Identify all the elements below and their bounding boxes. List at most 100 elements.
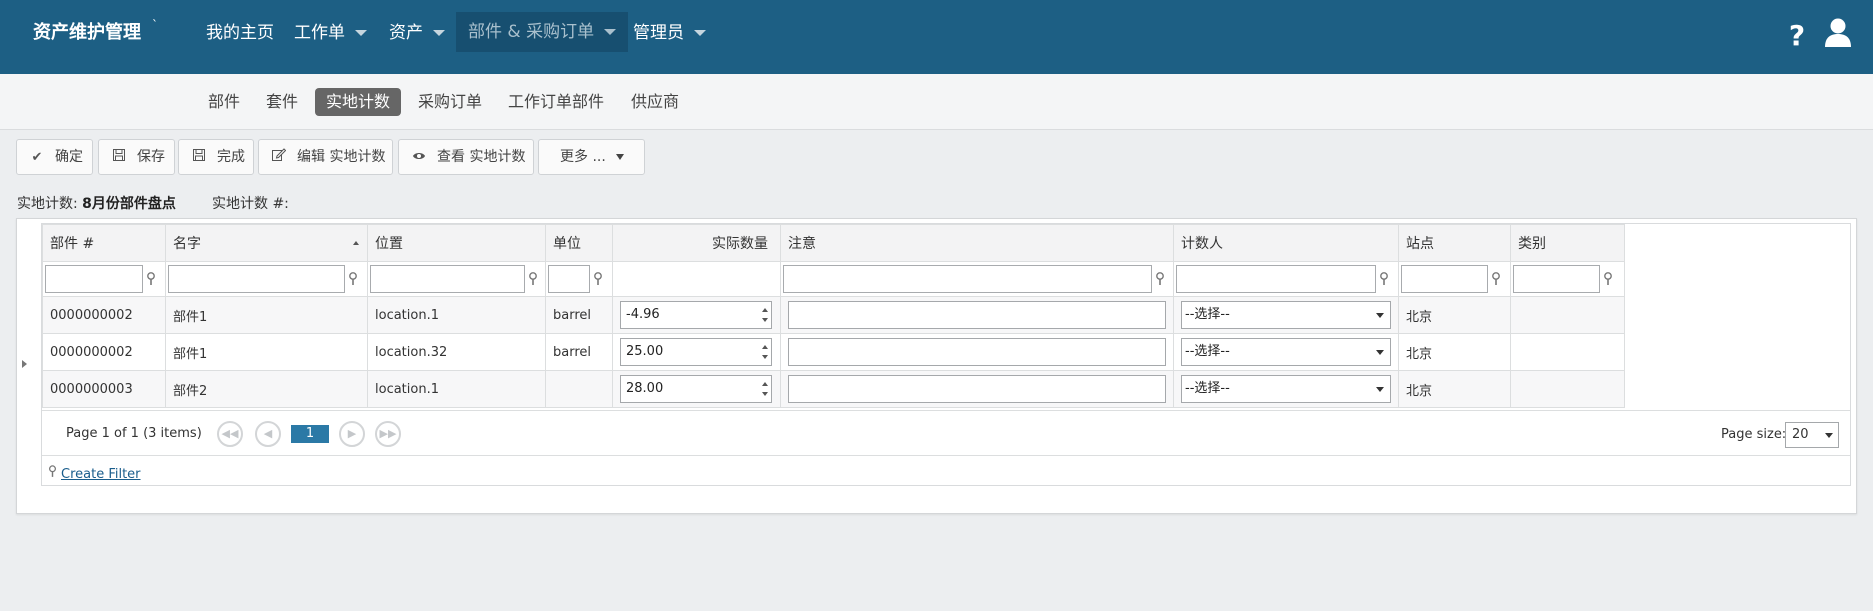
chevron-down-icon: [355, 30, 367, 36]
more-button[interactable]: 更多 ...: [538, 139, 645, 175]
tab-kits[interactable]: 套件: [255, 88, 309, 116]
first-page-icon[interactable]: ◀◀: [217, 421, 243, 447]
note-input[interactable]: [788, 375, 1166, 403]
chevron-down-icon: [433, 30, 445, 36]
column-header-unit[interactable]: 单位: [545, 224, 613, 262]
tab-vendors[interactable]: 供应商: [620, 88, 690, 116]
dropdown-arrow-icon: [1825, 433, 1833, 438]
column-header-name[interactable]: 名字: [165, 224, 368, 262]
spin-up-icon[interactable]: [762, 345, 768, 349]
table-row[interactable]: 0000000002 部件1 location.32 barrel 25.00 …: [42, 333, 1625, 371]
column-header-category[interactable]: 类别: [1510, 224, 1625, 262]
filter-icon[interactable]: [1155, 272, 1167, 286]
column-header-part-no[interactable]: 部件 #: [42, 224, 166, 262]
filter-input-note[interactable]: [783, 265, 1152, 293]
counter-select[interactable]: --选择--: [1181, 375, 1391, 403]
counter-select[interactable]: --选择--: [1181, 338, 1391, 366]
chevron-down-icon: [604, 29, 617, 35]
create-filter-link[interactable]: Create Filter: [61, 467, 141, 482]
filter-input-site[interactable]: [1401, 265, 1488, 293]
tab-purchase-orders[interactable]: 采购订单: [407, 88, 493, 116]
cell-unit: barrel: [545, 333, 613, 371]
filter-input-category[interactable]: [1513, 265, 1600, 293]
column-header-actual-qty[interactable]: 实际数量: [612, 224, 781, 262]
expand-arrow-icon[interactable]: [22, 360, 27, 368]
cell-location: location.1: [367, 370, 546, 408]
previous-page-icon[interactable]: ◀: [255, 421, 281, 447]
cell-category: [1510, 333, 1625, 371]
spin-down-icon[interactable]: [762, 392, 768, 396]
spin-up-icon[interactable]: [762, 308, 768, 312]
table-row[interactable]: 0000000003 部件2 location.1 28.00 --选择-- 北…: [42, 370, 1625, 408]
edit-icon: [271, 141, 287, 175]
nav-assets[interactable]: 资产: [381, 18, 453, 48]
top-navigation-bar: 资产维护管理 ` 我的主页 工作单 资产 部件 & 采购订单 管理员 ?: [0, 0, 1873, 74]
note-input[interactable]: [788, 338, 1166, 366]
spin-down-icon[interactable]: [762, 318, 768, 322]
next-page-icon[interactable]: ▶: [339, 421, 365, 447]
counter-select-value: --选择--: [1185, 381, 1230, 396]
column-header-counter[interactable]: 计数人: [1173, 224, 1399, 262]
nav-work-orders-label: 工作单: [294, 23, 345, 43]
tab-parts[interactable]: 部件: [197, 88, 251, 116]
nav-parts-label: 部件 & 采购订单: [468, 22, 595, 42]
user-icon[interactable]: [1823, 16, 1853, 50]
current-page-button[interactable]: 1: [291, 425, 329, 443]
actual-qty-input[interactable]: 25.00: [620, 338, 772, 366]
filter-icon[interactable]: [348, 272, 360, 286]
floppy-disk-icon: [191, 141, 207, 175]
filter-icon[interactable]: [1491, 272, 1503, 286]
counter-select-value: --选择--: [1185, 307, 1230, 322]
nav-work-orders[interactable]: 工作单: [286, 18, 375, 48]
note-input[interactable]: [788, 301, 1166, 329]
filter-icon[interactable]: [593, 272, 605, 286]
tab-work-order-parts[interactable]: 工作订单部件: [497, 88, 615, 116]
column-header-name-label: 名字: [173, 236, 201, 252]
last-page-icon[interactable]: ▶▶: [375, 421, 401, 447]
counter-select[interactable]: --选择--: [1181, 301, 1391, 329]
field-count-value: 8月份部件盘点: [82, 196, 176, 212]
spin-up-icon[interactable]: [762, 382, 768, 386]
nav-admin-label: 管理员: [633, 23, 684, 43]
filter-input-unit[interactable]: [548, 265, 590, 293]
counter-select-value: --选择--: [1185, 344, 1230, 359]
spin-down-icon[interactable]: [762, 355, 768, 359]
filter-icon[interactable]: [1603, 272, 1615, 286]
filter-input-name[interactable]: [168, 265, 345, 293]
cell-category: [1510, 296, 1625, 334]
confirm-button[interactable]: ✔ 确定: [16, 139, 93, 175]
view-field-count-button[interactable]: 查看 实地计数: [398, 139, 534, 175]
complete-button[interactable]: 完成: [178, 139, 254, 175]
cell-part-no: 0000000002: [42, 296, 166, 334]
app-title[interactable]: 资产维护管理: [33, 18, 141, 44]
save-button[interactable]: 保存: [98, 139, 175, 175]
actual-qty-value: 28.00: [626, 381, 664, 396]
eye-icon: [411, 141, 427, 175]
table-row[interactable]: 0000000002 部件1 location.1 barrel -4.96 -…: [42, 296, 1625, 334]
filter-icon[interactable]: [528, 272, 540, 286]
filter-input-counter[interactable]: [1176, 265, 1376, 293]
field-count-info: 实地计数: 8月份部件盘点: [17, 193, 176, 213]
nav-home[interactable]: 我的主页: [198, 18, 282, 48]
filter-icon[interactable]: [1379, 272, 1391, 286]
column-header-note[interactable]: 注意: [780, 224, 1174, 262]
cell-site: 北京: [1398, 296, 1511, 334]
filter-input-location[interactable]: [370, 265, 525, 293]
cell-category: [1510, 370, 1625, 408]
nav-parts-purchase-orders[interactable]: 部件 & 采购订单: [456, 12, 629, 52]
tab-field-count[interactable]: 实地计数: [315, 88, 402, 116]
page-size-select[interactable]: 20: [1785, 422, 1839, 448]
grid-table: 部件 # 名字 位置 单位 实际数量 注意 计数人 站点 类别 00000000…: [42, 224, 1625, 408]
actual-qty-input[interactable]: 28.00: [620, 375, 772, 403]
actual-qty-input[interactable]: -4.96: [620, 301, 772, 329]
filter-icon[interactable]: [146, 272, 158, 286]
sort-ascending-icon: [353, 241, 359, 245]
help-icon[interactable]: ?: [1782, 16, 1812, 52]
edit-field-count-button[interactable]: 编辑 实地计数: [258, 139, 393, 175]
floppy-disk-icon: [111, 141, 127, 175]
column-header-site[interactable]: 站点: [1398, 224, 1511, 262]
nav-admin[interactable]: 管理员: [625, 18, 714, 48]
cell-name: 部件2: [165, 370, 368, 408]
column-header-location[interactable]: 位置: [367, 224, 546, 262]
filter-input-part-no[interactable]: [45, 265, 143, 293]
